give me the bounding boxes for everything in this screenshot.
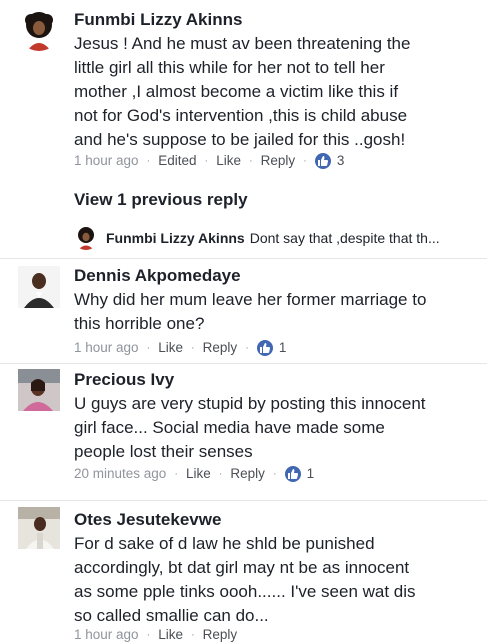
divider xyxy=(0,500,487,501)
comment-text: For d sake of d law he shld be punished … xyxy=(74,534,416,625)
separator: · xyxy=(218,468,223,480)
comment-author[interactable]: Funmbi Lizzy Akinns xyxy=(74,9,242,31)
separator: · xyxy=(245,342,249,354)
separator: · xyxy=(146,342,151,354)
reply-button[interactable]: Reply xyxy=(203,339,238,357)
separator: · xyxy=(191,342,195,354)
view-previous-replies[interactable]: View 1 previous reply xyxy=(74,189,248,211)
thumbs-up-icon[interactable] xyxy=(284,466,301,482)
reply-author[interactable]: Funmbi Lizzy Akinns xyxy=(106,230,245,246)
likes-count[interactable]: 1 xyxy=(307,465,315,483)
reply-button[interactable]: Reply xyxy=(230,465,265,483)
comment-time[interactable]: 1 hour ago xyxy=(74,152,139,170)
like-button[interactable]: Like xyxy=(216,152,241,170)
like-button[interactable]: Like xyxy=(158,626,183,644)
like-button[interactable]: Like xyxy=(158,339,183,357)
avatar[interactable] xyxy=(18,507,60,549)
divider xyxy=(0,363,487,364)
comment-author[interactable]: Precious Ivy xyxy=(74,369,174,391)
separator: · xyxy=(174,468,178,480)
separator: · xyxy=(146,155,151,167)
avatar[interactable] xyxy=(18,369,60,411)
comment-actions: 1 hour ago · Edited · Like · Reply · 3 xyxy=(74,152,344,170)
comment-time[interactable]: 20 minutes ago xyxy=(74,465,166,483)
comment-text: Why did her mum leave her former marriag… xyxy=(74,290,427,333)
separator: · xyxy=(303,155,307,167)
avatar xyxy=(74,226,98,250)
reply-preview[interactable]: Funmbi Lizzy Akinns Dont say that ,despi… xyxy=(74,224,479,252)
separator: · xyxy=(146,629,151,641)
like-button[interactable]: Like xyxy=(186,465,211,483)
separator: · xyxy=(191,629,195,641)
comment-actions: 1 hour ago · Like · Reply xyxy=(74,626,237,644)
separator: · xyxy=(248,155,253,167)
divider xyxy=(0,258,487,259)
comment-actions: 20 minutes ago · Like · Reply · 1 xyxy=(74,465,314,483)
avatar[interactable] xyxy=(18,266,60,308)
comment-time[interactable]: 1 hour ago xyxy=(74,626,139,644)
separator: · xyxy=(204,155,209,167)
comment-text: U guys are very stupid by posting this i… xyxy=(74,394,426,461)
thumbs-up-icon[interactable] xyxy=(256,340,273,356)
edited-link[interactable]: Edited xyxy=(158,152,196,170)
thumbs-up-icon[interactable] xyxy=(314,153,331,169)
separator: · xyxy=(272,468,277,480)
likes-count[interactable]: 1 xyxy=(279,339,287,357)
reply-text: Dont say that ,despite that th... xyxy=(249,230,440,246)
comment-author[interactable]: Otes Jesutekevwe xyxy=(74,509,221,531)
reply-button[interactable]: Reply xyxy=(261,152,296,170)
comment-author[interactable]: Dennis Akpomedaye xyxy=(74,265,241,287)
avatar[interactable] xyxy=(18,9,60,51)
comment-time[interactable]: 1 hour ago xyxy=(74,339,139,357)
reply-button[interactable]: Reply xyxy=(203,626,238,644)
comment-text: Jesus ! And he must av been threatening … xyxy=(74,34,411,149)
likes-count[interactable]: 3 xyxy=(337,152,345,170)
comment-actions: 1 hour ago · Like · Reply · 1 xyxy=(74,339,286,357)
